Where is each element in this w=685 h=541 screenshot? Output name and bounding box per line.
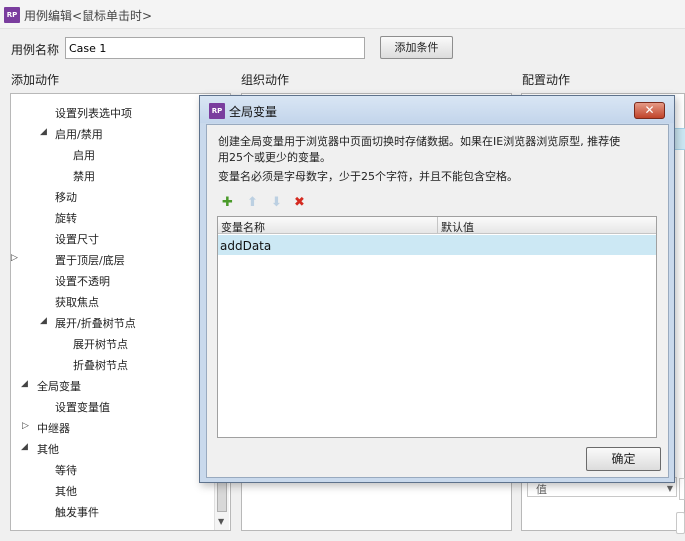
case-name-label: 用例名称 [11,43,60,57]
tree-item[interactable]: 启用/禁用 [55,126,103,142]
scroll-down-arrow-icon[interactable]: ▼ [218,517,224,526]
move-up-icon[interactable]: ⬆ [247,195,258,210]
tree-collapse-icon[interactable]: ◢ [40,127,47,137]
organize-action-header: 组织动作 [241,73,290,87]
tree-item[interactable]: 设置尺寸 [55,231,99,247]
variables-grid: 变量名称 默认值 addData [217,216,657,438]
tree-item[interactable]: 全局变量 [37,378,81,394]
window-title-bar: RP 用例编辑<鼠标单击时> [0,0,685,29]
resize-grip[interactable] [676,512,685,534]
column-separator[interactable] [437,217,438,234]
dialog-description-line-2: 用25个或更少的变量。 [218,151,331,164]
move-down-icon[interactable]: ⬇ [271,195,282,210]
tree-expand-icon[interactable]: ▷ [11,253,18,263]
configure-action-header: 配置动作 [522,73,571,87]
global-variables-dialog: RP 全局变量 ✕ 创建全局变量用于浏览器中页面切换时存储数据。如果在IE浏览器… [199,95,675,483]
tree-item[interactable]: 设置不透明 [55,273,110,289]
close-button[interactable]: ✕ [634,102,665,119]
rp-logo-icon: RP [4,7,20,23]
tree-item[interactable]: 展开树节点 [73,336,128,352]
tree-item[interactable]: 其他 [55,483,77,499]
tree-item[interactable]: 获取焦点 [55,294,99,310]
chevron-down-icon: ▼ [666,484,673,493]
tree-item[interactable]: 移动 [55,189,77,205]
tree-scrollbar[interactable]: ▼ [214,480,229,530]
tree-item[interactable]: 启用 [73,147,95,163]
dialog-description-line-3: 变量名必须是字母数字，少于25个字符，并且不能包含空格。 [218,170,518,183]
tree-item[interactable]: 置于顶层/底层 [55,252,125,268]
add-action-tree-panel: 设置列表选中项 ◢ 启用/禁用启用禁用移动旋转设置尺寸 ▷ 置于顶层/底层 设置不透明获取… [10,93,231,531]
side-dropdown-edge[interactable] [679,478,685,500]
rp-logo-icon: RP [209,103,225,119]
dialog-title: 全局变量 [229,105,278,119]
tree-item[interactable]: 等待 [55,462,77,478]
delete-variable-icon[interactable]: ✖ [294,195,305,210]
tree-item[interactable]: 设置变量值 [55,399,110,415]
table-row[interactable]: addData [218,235,656,255]
scrollbar-thumb[interactable] [217,482,227,512]
ok-button[interactable]: 确定 [586,447,661,471]
add-variable-icon[interactable]: ✚ [222,195,233,210]
tree-item[interactable]: 设置列表选中项 [55,105,132,121]
variable-name-cell[interactable]: addData [220,239,271,253]
tree-expand-icon[interactable]: ▷ [22,421,29,431]
tree-item[interactable]: 折叠树节点 [73,357,128,373]
case-name-input[interactable] [65,37,365,59]
add-action-header: 添加动作 [11,73,60,87]
window-title: 用例编辑<鼠标单击时> [24,9,153,23]
grid-header: 变量名称 默认值 [218,217,656,234]
column-header-default-value[interactable]: 默认值 [441,219,474,235]
dialog-description-line-1: 创建全局变量用于浏览器中页面切换时存储数据。如果在IE浏览器浏览原型, 推荐使 [218,135,621,148]
tree-item[interactable]: 触发事件 [55,504,99,520]
tree-collapse-icon[interactable]: ◢ [40,316,47,326]
tree-item[interactable]: 展开/折叠树节点 [55,315,136,331]
value-dropdown-label: 值 [536,483,547,496]
column-header-variable-name[interactable]: 变量名称 [221,219,265,235]
dialog-body: 创建全局变量用于浏览器中页面切换时存储数据。如果在IE浏览器浏览原型, 推荐使 … [206,124,669,478]
tree-item[interactable]: 旋转 [55,210,77,226]
tree-collapse-icon[interactable]: ◢ [21,442,28,452]
dialog-title-bar: RP 全局变量 ✕ [200,96,674,123]
add-condition-button[interactable]: 添加条件 [380,36,453,59]
tree-collapse-icon[interactable]: ◢ [21,379,28,389]
tree-item[interactable]: 其他 [37,441,59,457]
tree-item[interactable]: 禁用 [73,168,95,184]
tree-item[interactable]: 中继器 [37,420,70,436]
